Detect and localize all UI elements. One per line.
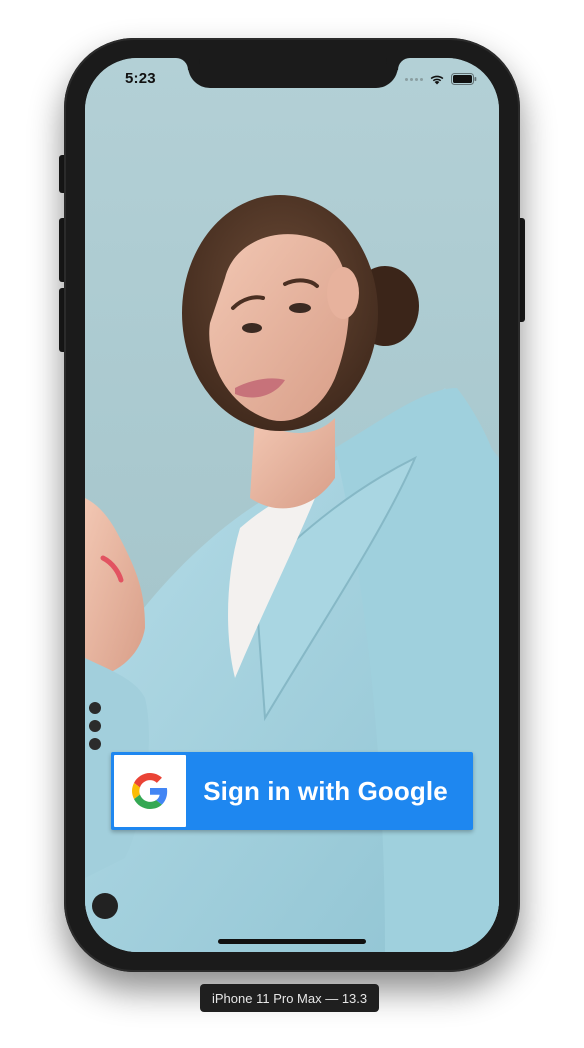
battery-icon: [451, 73, 477, 85]
wifi-icon: [430, 75, 444, 85]
google-button-label: Sign in with Google: [203, 775, 448, 806]
status-icons: [405, 72, 477, 86]
google-sign-in-button[interactable]: Sign in with Google: [111, 752, 473, 830]
device-frame: 5:23 Sign in with Google: [64, 38, 520, 972]
signal-dots-icon: [405, 77, 423, 81]
device-notch: [188, 58, 398, 88]
simulator-device-label: iPhone 11 Pro Max — 13.3: [200, 984, 380, 1012]
google-g-icon: [132, 773, 168, 809]
home-indicator[interactable]: [218, 939, 366, 944]
app-screen: 5:23 Sign in with Google: [85, 58, 499, 952]
status-time: 5:23: [125, 70, 156, 87]
google-logo-box: [114, 755, 186, 827]
